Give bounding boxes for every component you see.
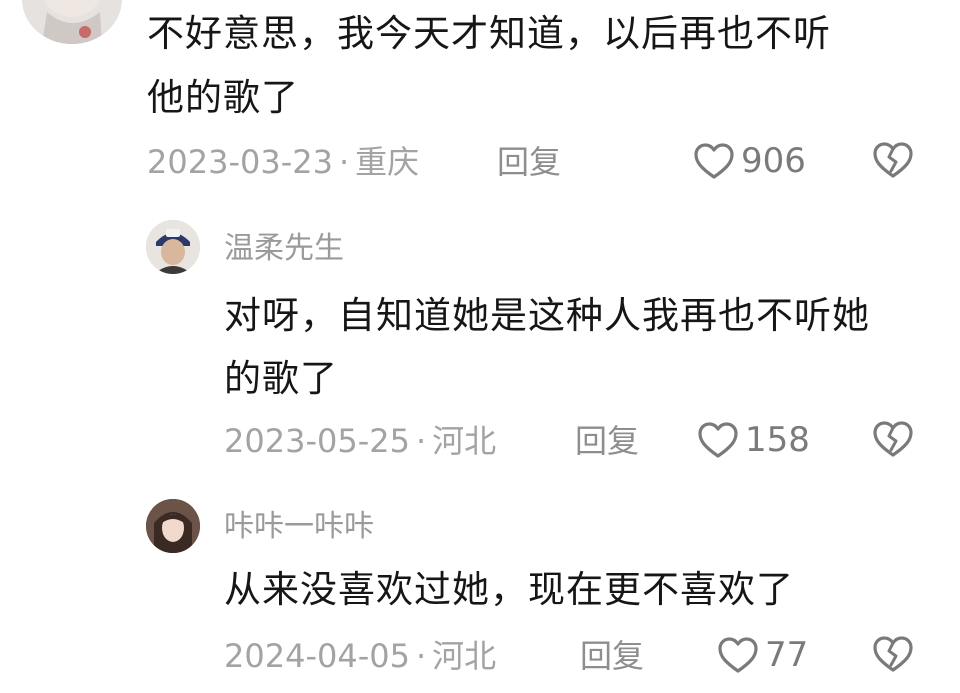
comment-date: 2023-05-25 bbox=[224, 422, 410, 460]
comment-text-line: 从来没喜欢过她，现在更不喜欢了 bbox=[224, 568, 794, 611]
broken-heart-icon bbox=[872, 636, 914, 677]
heart-icon bbox=[697, 421, 739, 459]
avatar[interactable] bbox=[146, 499, 200, 553]
comment-username[interactable]: 温柔先生 bbox=[224, 231, 344, 267]
reply-button[interactable]: 回复 bbox=[575, 421, 639, 461]
like-button[interactable]: 158 bbox=[697, 418, 810, 462]
dislike-button[interactable] bbox=[872, 635, 914, 677]
comment-text-line: 不好意思，我今天才知道，以后再也不听 bbox=[147, 12, 831, 55]
reply-button[interactable]: 回复 bbox=[497, 142, 561, 182]
broken-heart-icon bbox=[872, 142, 914, 183]
broken-heart-icon bbox=[872, 421, 914, 462]
avatar[interactable] bbox=[22, 0, 122, 44]
meta-separator: · bbox=[415, 637, 427, 675]
comment-meta: 2024-04-05 · 河北 bbox=[224, 636, 496, 676]
comment-text-line: 的歌了 bbox=[224, 357, 338, 400]
like-button[interactable]: 906 bbox=[693, 139, 806, 183]
avatar-image bbox=[146, 499, 200, 553]
comment-date: 2024-04-05 bbox=[224, 637, 410, 675]
avatar-image bbox=[146, 220, 200, 274]
comment-username[interactable]: 咔咔一咔咔 bbox=[224, 509, 374, 545]
meta-separator: · bbox=[415, 422, 427, 460]
reply-button[interactable]: 回复 bbox=[580, 636, 644, 676]
comment-text-line: 对呀，自知道她是这种人我再也不听她 bbox=[224, 294, 870, 337]
comment-location: 河北 bbox=[432, 422, 497, 460]
comment-location: 重庆 bbox=[355, 143, 420, 181]
heart-icon bbox=[693, 142, 735, 180]
comment-date: 2023-03-23 bbox=[147, 143, 333, 181]
avatar-image bbox=[22, 0, 122, 44]
like-count: 77 bbox=[765, 635, 809, 675]
meta-separator: · bbox=[338, 143, 350, 181]
comment-meta: 2023-03-23 · 重庆 bbox=[147, 142, 419, 182]
heart-icon bbox=[717, 636, 759, 674]
comment-meta: 2023-05-25 · 河北 bbox=[224, 421, 496, 461]
dislike-button[interactable] bbox=[872, 420, 914, 462]
like-button[interactable]: 77 bbox=[717, 633, 808, 677]
like-count: 158 bbox=[745, 420, 810, 460]
comment-text-line: 他的歌了 bbox=[147, 76, 299, 119]
like-count: 906 bbox=[741, 141, 806, 181]
avatar[interactable] bbox=[146, 220, 200, 274]
comment-location: 河北 bbox=[432, 637, 497, 675]
dislike-button[interactable] bbox=[872, 141, 914, 183]
